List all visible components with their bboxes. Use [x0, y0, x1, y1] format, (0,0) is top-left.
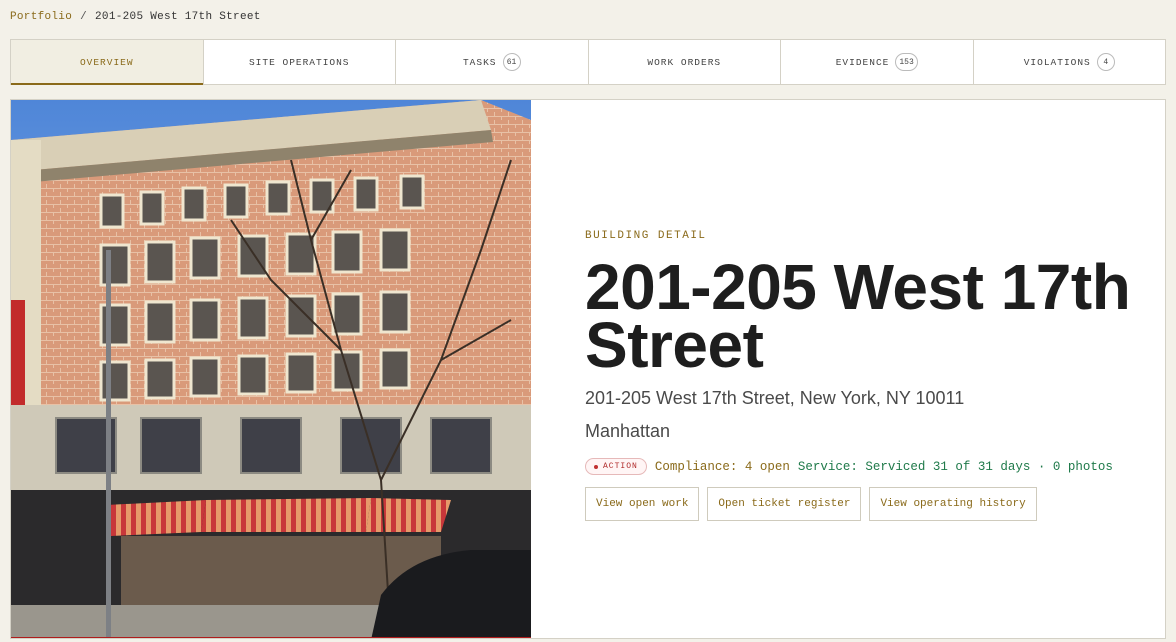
building-detail: BUILDING DETAIL 201-205 West 17th Street…	[585, 230, 1155, 521]
tasks-count-badge: 61	[502, 53, 521, 71]
tab-label: VIOLATIONS	[1023, 56, 1091, 68]
service-status: Service: Serviced 31 of 31 days · 0 phot…	[797, 459, 1113, 474]
view-open-work-button[interactable]: View open work	[585, 487, 700, 521]
action-status-badge: ACTION	[585, 458, 647, 475]
tab-evidence[interactable]: EVIDENCE 153	[781, 40, 974, 84]
action-label: ACTION	[603, 462, 638, 471]
building-card: BUILDING DETAIL 201-205 West 17th Street…	[10, 99, 1166, 639]
action-buttons: View open work Open ticket register View…	[585, 487, 1155, 521]
tab-label: WORK ORDERS	[647, 56, 722, 68]
breadcrumb: Portfolio / 201-205 West 17th Street	[10, 11, 261, 23]
tab-tasks[interactable]: TASKS 61	[396, 40, 589, 84]
compliance-status: Compliance: 4 open	[654, 459, 790, 474]
alert-dot-icon	[594, 464, 598, 469]
status-row: ACTION Compliance: 4 open Service: Servi…	[585, 458, 1155, 475]
breadcrumb-separator: /	[80, 11, 88, 23]
tab-site-operations[interactable]: SITE OPERATIONS	[204, 40, 396, 84]
tab-label: EVIDENCE	[835, 56, 890, 68]
tab-bar: OVERVIEW SITE OPERATIONS TASKS 61 WORK O…	[10, 39, 1166, 85]
building-address: 201-205 West 17th Street, New York, NY 1…	[585, 388, 965, 408]
breadcrumb-portfolio-link[interactable]: Portfolio	[10, 11, 72, 23]
building-photo	[11, 100, 531, 638]
tab-overview[interactable]: OVERVIEW	[11, 40, 204, 85]
tab-work-orders[interactable]: WORK ORDERS	[589, 40, 781, 84]
breadcrumb-current: 201-205 West 17th Street	[95, 11, 261, 23]
evidence-count-badge: 153	[895, 53, 918, 71]
page-title: 201-205 West 17th Street	[585, 255, 1155, 377]
open-ticket-register-button[interactable]: Open ticket register	[707, 487, 862, 521]
tab-label: TASKS	[462, 56, 497, 68]
violations-count-badge: 4	[1096, 53, 1115, 71]
tab-label: OVERVIEW	[79, 56, 134, 68]
building-borough: Manhattan	[585, 421, 671, 441]
title-line-2: Street	[585, 309, 764, 381]
section-eyebrow: BUILDING DETAIL	[585, 230, 707, 242]
tab-violations[interactable]: VIOLATIONS 4	[974, 40, 1166, 84]
tab-label: SITE OPERATIONS	[248, 56, 350, 68]
view-operating-history-button[interactable]: View operating history	[869, 487, 1037, 521]
